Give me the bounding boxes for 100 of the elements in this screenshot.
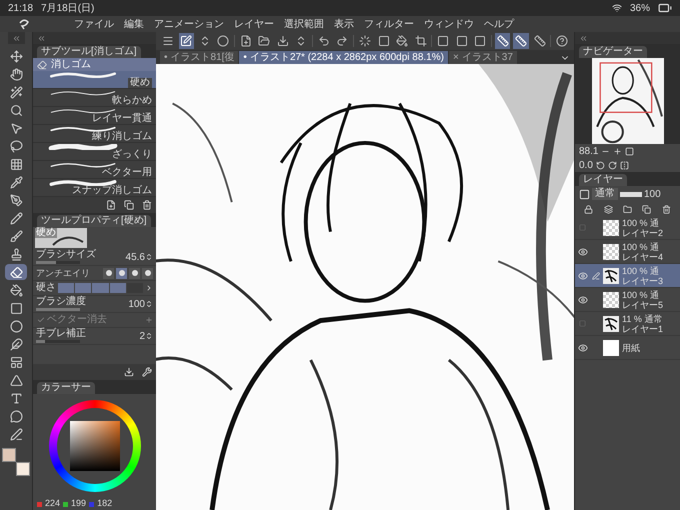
document-tab[interactable]: × イラスト37	[448, 51, 517, 64]
layer-row[interactable]: 100 % 通 レイヤー2	[575, 216, 680, 240]
toolbar-button[interactable]	[275, 33, 291, 49]
trash-icon[interactable]	[662, 204, 671, 214]
spinner-icon[interactable]	[145, 300, 153, 308]
layer-row[interactable]: 100 % 通 レイヤー3	[575, 264, 680, 288]
add-icon[interactable]	[106, 200, 116, 210]
download-icon[interactable]	[124, 367, 134, 377]
flip-icon[interactable]	[620, 160, 629, 170]
chevron-icon[interactable]	[145, 284, 153, 292]
panel-tab[interactable]: サブツール[消しゴム]	[37, 46, 141, 58]
menu-item[interactable]: ファイル	[74, 16, 114, 32]
collapse-icon[interactable]	[12, 34, 20, 42]
copy-icon[interactable]	[124, 200, 134, 210]
antialias-option[interactable]	[142, 268, 153, 278]
wifi-icon	[612, 3, 622, 13]
sub-tool-label: レイヤー貫通	[92, 114, 152, 124]
sub-color-swatch[interactable]	[16, 462, 30, 476]
antialias-option[interactable]	[129, 268, 140, 278]
spinner-icon[interactable]	[145, 253, 153, 261]
rotate-right-icon[interactable]	[608, 160, 617, 170]
menu-item[interactable]: レイヤー	[234, 16, 274, 32]
tool-group-label: 消しゴム	[51, 58, 91, 70]
toolbar-button[interactable]	[216, 33, 232, 49]
slider-fill[interactable]	[36, 261, 56, 264]
property-value[interactable]: 45.6	[126, 250, 145, 264]
sub-tool-item[interactable]: 硬め	[33, 71, 156, 89]
antialias-option[interactable]	[116, 268, 127, 278]
tool-group-header[interactable]: 消しゴム	[33, 58, 156, 71]
layer-row[interactable]: 用紙	[575, 336, 680, 360]
eye-icon[interactable]	[578, 246, 588, 256]
toolbar-button[interactable]	[472, 33, 488, 49]
menu-item[interactable]: ヘルプ	[484, 16, 514, 32]
clock: 21:18	[8, 2, 34, 16]
layer-row[interactable]: 100 % 通 レイヤー5	[575, 288, 680, 312]
menu-item[interactable]: ウィンドウ	[424, 16, 474, 32]
square-icon[interactable]	[625, 146, 634, 156]
collapse-icon[interactable]	[579, 34, 588, 42]
zoom-value[interactable]: 88.1	[579, 144, 598, 158]
property-label: ブラシサイズ	[36, 250, 97, 260]
rotate-left-icon[interactable]	[596, 160, 605, 170]
sub-tool-item[interactable]: 軟らかめ	[33, 89, 156, 107]
toolbar-button[interactable]	[412, 33, 428, 49]
property-value[interactable]: 2	[139, 328, 145, 344]
zoom-in-icon[interactable]	[613, 146, 622, 156]
opacity-value[interactable]: 100	[644, 186, 661, 202]
menu-item[interactable]: アニメーション	[154, 16, 224, 32]
sub-tool-item[interactable]: ざっくり	[33, 143, 156, 161]
trash-icon[interactable]	[142, 200, 152, 210]
wrench-icon[interactable]	[142, 367, 152, 377]
panel-tab[interactable]: カラーサー	[37, 382, 95, 394]
layer-row[interactable]: 11 % 通常 レイヤー1	[575, 312, 680, 336]
rotation-value[interactable]: 0.0	[579, 158, 593, 172]
toolbar-button[interactable]	[435, 33, 451, 49]
lock-icon[interactable]	[584, 204, 594, 214]
toolbar-button[interactable]	[554, 33, 570, 49]
collapse-icon[interactable]	[37, 34, 46, 42]
eye-icon[interactable]	[578, 294, 588, 304]
toolbar-button[interactable]	[494, 33, 510, 49]
eye-icon[interactable]	[578, 270, 588, 280]
toolbar-button[interactable]	[513, 33, 529, 49]
eraser-icon	[37, 60, 47, 70]
eye-icon[interactable]	[578, 342, 588, 352]
layer-info: 100 % 通	[622, 290, 660, 300]
panel-tab[interactable]: ツールプロパティ[硬め]	[37, 215, 151, 227]
spinner-icon[interactable]	[145, 332, 153, 340]
document-tab[interactable]: • イラスト27* (2284 x 2862px 600dpi 88.1%)	[239, 51, 448, 64]
menu-item[interactable]: フィルター	[364, 16, 414, 32]
rgb-value: 182	[97, 497, 112, 510]
sub-tool-item[interactable]: レイヤー貫通	[33, 107, 156, 125]
property-value[interactable]: 100	[128, 296, 145, 312]
slider-fill[interactable]	[36, 308, 80, 311]
main-color-swatch[interactable]	[2, 448, 16, 462]
app-logo-icon[interactable]	[18, 18, 30, 30]
document-tab[interactable]: • イラスト81[復	[160, 51, 238, 64]
sub-tool-item[interactable]: 練り消しゴム	[33, 125, 156, 143]
slider-fill[interactable]	[36, 340, 45, 343]
menu-item[interactable]: 表示	[334, 16, 354, 32]
menu-item[interactable]: 選択範囲	[284, 16, 324, 32]
tool-button[interactable]	[5, 264, 27, 280]
menu-item[interactable]: 編集	[124, 16, 144, 32]
panel-tab[interactable]: ナビゲーター	[579, 46, 647, 58]
antialias-option[interactable]	[103, 268, 114, 278]
layers-icon[interactable]	[604, 204, 613, 214]
toolbar-button[interactable]	[357, 33, 373, 49]
toolbar-button[interactable]	[394, 33, 410, 49]
gradient-icon	[10, 302, 22, 314]
sub-tool-item[interactable]: ベクター用	[33, 161, 156, 179]
copy-icon[interactable]	[642, 204, 652, 214]
toolbar-button[interactable]	[532, 33, 548, 49]
square-icon[interactable]	[579, 188, 590, 200]
opacity-bar[interactable]	[620, 192, 642, 196]
color-square[interactable]	[70, 421, 120, 471]
sub-tool-label: ざっくり	[112, 150, 152, 160]
panel-tab[interactable]: レイヤー	[579, 174, 627, 186]
sub-tool-item[interactable]: スナップ消しゴム	[33, 179, 156, 197]
folder-icon[interactable]	[622, 204, 632, 214]
blend-mode-select[interactable]: 通常	[592, 188, 618, 200]
layer-thumbnail	[603, 292, 619, 308]
toolbar-button[interactable]	[178, 33, 194, 49]
